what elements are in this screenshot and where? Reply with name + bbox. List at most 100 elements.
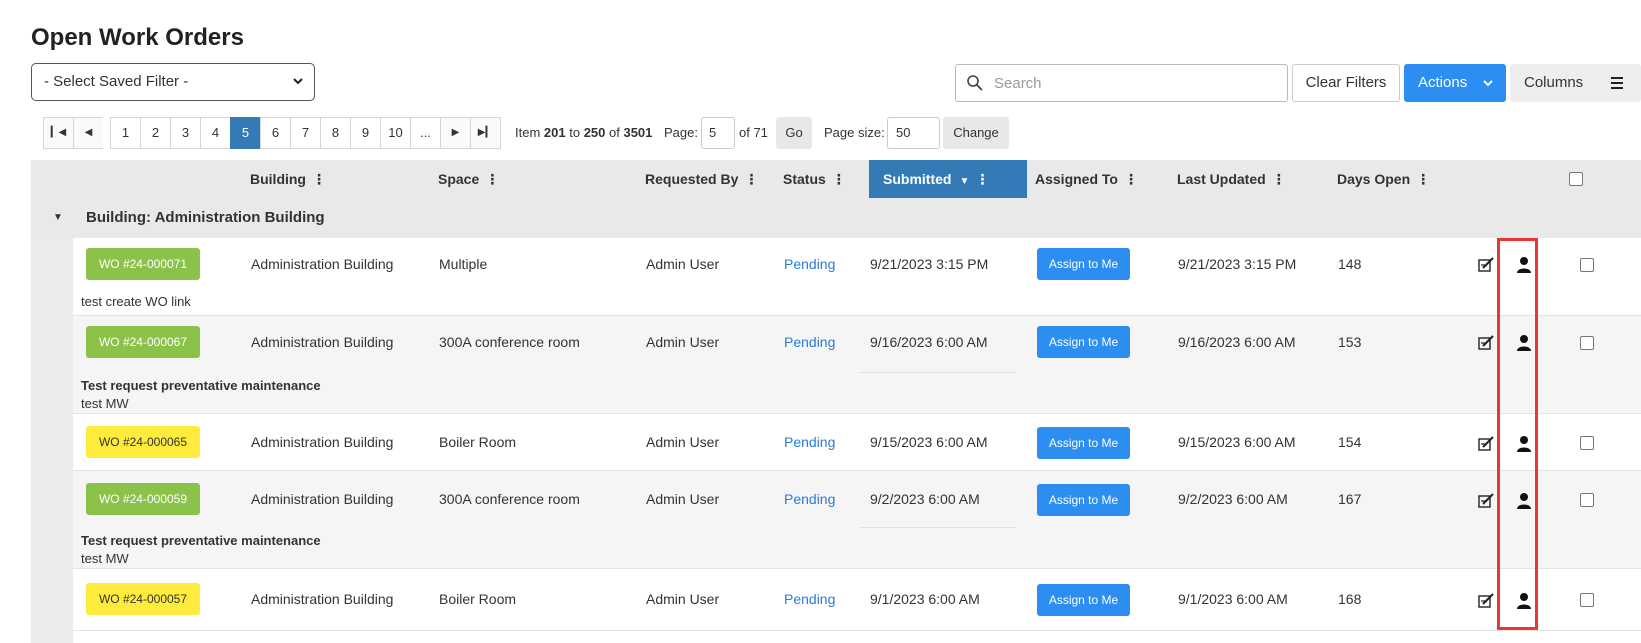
work-order-badge[interactable]: WO #24-000059 <box>86 483 200 515</box>
collapse-caret-icon[interactable]: ▼ <box>53 198 63 238</box>
page-link[interactable]: 7 <box>290 117 321 149</box>
column-header-status[interactable]: Status ⋮ <box>783 160 846 198</box>
column-header-requested-by[interactable]: Requested By ⋮ <box>645 160 758 198</box>
row-note-title: Test request preventative maintenance <box>81 378 321 393</box>
last-updated-cell: 9/2/2023 6:00 AM <box>1178 491 1288 507</box>
page-link[interactable]: 6 <box>260 117 291 149</box>
menu-icon <box>1611 77 1623 92</box>
work-order-badge[interactable]: WO #24-000067 <box>86 326 200 358</box>
row-note: test MW <box>81 551 129 566</box>
work-order-badge[interactable]: WO #24-000065 <box>86 426 200 458</box>
days-open-cell: 168 <box>1338 591 1362 607</box>
status-cell: Pending <box>784 334 836 350</box>
table-row: WO #24-000059 Administration Building 30… <box>73 471 1641 569</box>
first-page-button[interactable]: ▎◀ <box>43 117 74 149</box>
submitted-cell: 9/1/2023 6:00 AM <box>870 591 980 607</box>
submitted-cell: 9/21/2023 3:15 PM <box>870 256 989 272</box>
table-row: WO #24-000067 Administration Building 30… <box>73 316 1641 414</box>
kebab-icon[interactable]: ⋮ <box>832 160 846 198</box>
requested-by-cell: Admin User <box>646 256 720 272</box>
columns-label: Columns <box>1524 74 1584 91</box>
saved-filter-select[interactable]: - Select Saved Filter - <box>31 63 315 101</box>
edit-note-icon[interactable] <box>1477 334 1495 352</box>
edit-note-icon[interactable] <box>1477 435 1495 453</box>
prev-page-button[interactable]: ◀ <box>73 117 104 149</box>
chevron-down-icon <box>292 64 304 114</box>
kebab-icon[interactable]: ⋮ <box>485 160 499 198</box>
submitted-cell: 9/16/2023 6:00 AM <box>870 334 988 350</box>
requested-by-cell: Admin User <box>646 434 720 450</box>
page-link[interactable]: 3 <box>170 117 201 149</box>
space-cell: Boiler Room <box>439 591 517 607</box>
building-cell: Administration Building <box>251 491 394 507</box>
columns-button[interactable]: Columns <box>1510 64 1641 102</box>
assign-to-me-button[interactable]: Assign to Me <box>1037 484 1130 516</box>
column-header-days-open[interactable]: Days Open ⋮ <box>1337 160 1430 198</box>
search-icon <box>967 75 983 91</box>
days-open-cell: 153 <box>1338 334 1362 350</box>
kebab-icon[interactable]: ⋮ <box>744 160 758 198</box>
row-checkbox[interactable] <box>1580 436 1594 450</box>
assign-to-me-button[interactable]: Assign to Me <box>1037 427 1130 459</box>
kebab-icon[interactable]: ⋮ <box>975 160 989 198</box>
days-open-cell: 154 <box>1338 434 1362 450</box>
column-header-space[interactable]: Space ⋮ <box>438 160 499 198</box>
last-updated-cell: 9/15/2023 6:00 AM <box>1178 434 1296 450</box>
highlight-annotation <box>1497 238 1538 630</box>
select-all-checkbox[interactable] <box>1569 172 1583 186</box>
status-cell: Pending <box>784 256 836 272</box>
edit-note-icon[interactable] <box>1477 492 1495 510</box>
row-checkbox[interactable] <box>1580 336 1594 350</box>
go-button[interactable]: Go <box>776 117 812 149</box>
column-header-last-updated[interactable]: Last Updated ⋮ <box>1177 160 1286 198</box>
page-link[interactable]: 2 <box>140 117 171 149</box>
space-cell: Multiple <box>439 256 488 272</box>
page-link[interactable]: 8 <box>320 117 351 149</box>
kebab-icon[interactable]: ⋮ <box>312 160 326 198</box>
change-button[interactable]: Change <box>943 117 1009 149</box>
work-order-badge[interactable]: WO #24-000071 <box>86 248 200 280</box>
edit-note-icon[interactable] <box>1477 592 1495 610</box>
column-header-assigned-to[interactable]: Assigned To ⋮ <box>1035 160 1138 198</box>
submitted-cell: 9/2/2023 6:00 AM <box>870 491 980 507</box>
assign-to-me-button[interactable]: Assign to Me <box>1037 326 1130 358</box>
edit-note-icon[interactable] <box>1477 256 1495 274</box>
row-checkbox[interactable] <box>1580 258 1594 272</box>
column-header-submitted[interactable]: Submitted ▼ ⋮ <box>869 160 1027 198</box>
space-cell: 300A conference room <box>439 334 580 350</box>
page-size-input[interactable]: 50 <box>887 117 940 149</box>
requested-by-cell: Admin User <box>646 591 720 607</box>
submitted-cell: 9/15/2023 6:00 AM <box>870 434 988 450</box>
page-link[interactable]: 10 <box>380 117 411 149</box>
clear-filters-button[interactable]: Clear Filters <box>1292 64 1400 102</box>
search-input[interactable] <box>992 65 1282 101</box>
sort-desc-icon: ▼ <box>959 176 970 187</box>
row-checkbox[interactable] <box>1580 593 1594 607</box>
column-header-building[interactable]: Building ⋮ <box>250 160 326 198</box>
last-updated-cell: 9/21/2023 3:15 PM <box>1178 256 1297 272</box>
page-link-current[interactable]: 5 <box>230 117 261 149</box>
page-number-input[interactable]: 5 <box>701 117 735 149</box>
row-checkbox[interactable] <box>1580 493 1594 507</box>
assign-to-me-button[interactable]: Assign to Me <box>1037 584 1130 616</box>
page-link-more[interactable]: ... <box>410 117 441 149</box>
pagination: ▎◀ ◀ 1 2 3 4 5 6 7 8 9 10 ... ▶ ▶▎ <box>43 117 501 149</box>
page-title: Open Work Orders <box>31 24 244 51</box>
next-page-button[interactable]: ▶ <box>440 117 471 149</box>
page-link[interactable]: 4 <box>200 117 231 149</box>
assign-to-me-button[interactable]: Assign to Me <box>1037 248 1130 280</box>
kebab-icon[interactable]: ⋮ <box>1124 160 1138 198</box>
requested-by-cell: Admin User <box>646 491 720 507</box>
page-link[interactable]: 9 <box>350 117 381 149</box>
saved-filter-value: - Select Saved Filter - <box>44 73 189 90</box>
search-box[interactable] <box>955 64 1288 102</box>
page-size-label: Page size: <box>824 125 885 140</box>
actions-button[interactable]: Actions <box>1404 64 1506 102</box>
last-updated-cell: 9/16/2023 6:00 AM <box>1178 334 1296 350</box>
work-order-badge[interactable]: WO #24-000057 <box>86 583 200 615</box>
page-link[interactable]: 1 <box>110 117 141 149</box>
kebab-icon[interactable]: ⋮ <box>1272 160 1286 198</box>
space-cell: Boiler Room <box>439 434 517 450</box>
last-page-button[interactable]: ▶▎ <box>470 117 501 149</box>
kebab-icon[interactable]: ⋮ <box>1416 160 1430 198</box>
